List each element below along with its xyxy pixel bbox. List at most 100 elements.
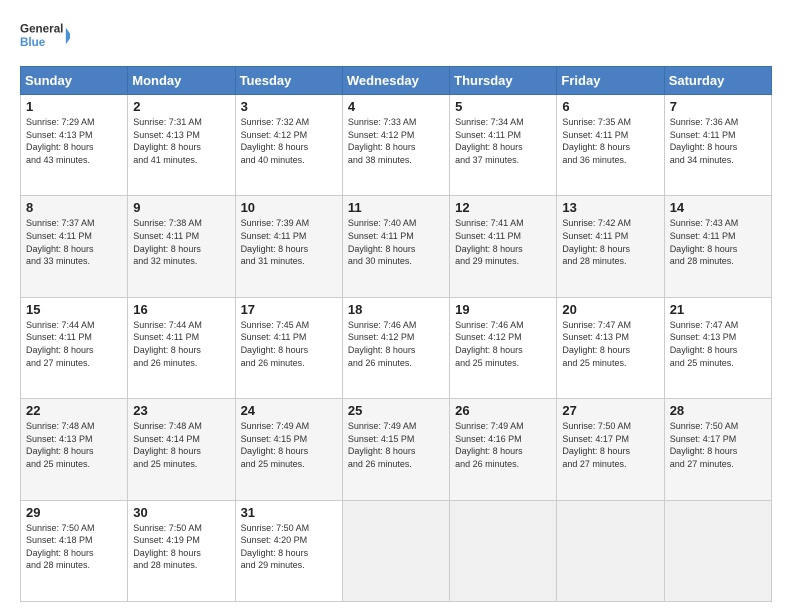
calendar-cell: 24 Sunrise: 7:49 AM Sunset: 4:15 PM Dayli…: [235, 399, 342, 500]
day-info: Sunrise: 7:31 AM Sunset: 4:13 PM Dayligh…: [133, 116, 229, 166]
calendar-cell: 9 Sunrise: 7:38 AM Sunset: 4:11 PM Daylig…: [128, 196, 235, 297]
calendar-cell: 20 Sunrise: 7:47 AM Sunset: 4:13 PM Dayli…: [557, 297, 664, 398]
calendar-cell: 2Sunrise: 7:31 AM Sunset: 4:13 PM Daylig…: [128, 95, 235, 196]
calendar-cell: [557, 500, 664, 601]
calendar-week-row: 15 Sunrise: 7:44 AM Sunset: 4:11 PM Dayli…: [21, 297, 772, 398]
calendar-cell: 16 Sunrise: 7:44 AM Sunset: 4:11 PM Dayli…: [128, 297, 235, 398]
calendar-cell: 10 Sunrise: 7:39 AM Sunset: 4:11 PM Dayli…: [235, 196, 342, 297]
day-number: 6: [562, 99, 658, 114]
calendar-day-header: Wednesday: [342, 67, 449, 95]
day-info: Sunrise: 7:44 AM Sunset: 4:11 PM Dayligh…: [133, 319, 229, 369]
day-info: Sunrise: 7:44 AM Sunset: 4:11 PM Dayligh…: [26, 319, 122, 369]
calendar-day-header: Friday: [557, 67, 664, 95]
calendar-cell: 23 Sunrise: 7:48 AM Sunset: 4:14 PM Dayli…: [128, 399, 235, 500]
calendar-cell: [450, 500, 557, 601]
calendar-cell: 12 Sunrise: 7:41 AM Sunset: 4:11 PM Dayli…: [450, 196, 557, 297]
day-info: Sunrise: 7:38 AM Sunset: 4:11 PM Dayligh…: [133, 217, 229, 267]
calendar-cell: 6 Sunrise: 7:35 AM Sunset: 4:11 PM Daylig…: [557, 95, 664, 196]
day-info: Sunrise: 7:46 AM Sunset: 4:12 PM Dayligh…: [348, 319, 444, 369]
calendar-cell: 19Sunrise: 7:46 AM Sunset: 4:12 PM Dayli…: [450, 297, 557, 398]
day-info: Sunrise: 7:50 AM Sunset: 4:17 PM Dayligh…: [562, 420, 658, 470]
calendar-cell: 3Sunrise: 7:32 AM Sunset: 4:12 PM Daylig…: [235, 95, 342, 196]
calendar-cell: 22 Sunrise: 7:48 AM Sunset: 4:13 PM Dayli…: [21, 399, 128, 500]
calendar-header-row: SundayMondayTuesdayWednesdayThursdayFrid…: [21, 67, 772, 95]
day-info: Sunrise: 7:45 AM Sunset: 4:11 PM Dayligh…: [241, 319, 337, 369]
calendar-cell: [664, 500, 771, 601]
calendar-cell: 31Sunrise: 7:50 AM Sunset: 4:20 PM Dayli…: [235, 500, 342, 601]
day-number: 10: [241, 200, 337, 215]
day-number: 20: [562, 302, 658, 317]
day-number: 30: [133, 505, 229, 520]
day-number: 23: [133, 403, 229, 418]
day-number: 29: [26, 505, 122, 520]
day-number: 15: [26, 302, 122, 317]
day-info: Sunrise: 7:49 AM Sunset: 4:15 PM Dayligh…: [241, 420, 337, 470]
calendar-cell: 29 Sunrise: 7:50 AM Sunset: 4:18 PM Dayli…: [21, 500, 128, 601]
day-info: Sunrise: 7:41 AM Sunset: 4:11 PM Dayligh…: [455, 217, 551, 267]
day-info: Sunrise: 7:49 AM Sunset: 4:16 PM Dayligh…: [455, 420, 551, 470]
day-info: Sunrise: 7:33 AM Sunset: 4:12 PM Dayligh…: [348, 116, 444, 166]
day-number: 7: [670, 99, 766, 114]
calendar-table: SundayMondayTuesdayWednesdayThursdayFrid…: [20, 66, 772, 602]
calendar-week-row: 1 Sunrise: 7:29 AM Sunset: 4:13 PM Daylig…: [21, 95, 772, 196]
day-info: Sunrise: 7:50 AM Sunset: 4:18 PM Dayligh…: [26, 522, 122, 572]
day-number: 22: [26, 403, 122, 418]
calendar-week-row: 29 Sunrise: 7:50 AM Sunset: 4:18 PM Dayli…: [21, 500, 772, 601]
day-info: Sunrise: 7:49 AM Sunset: 4:15 PM Dayligh…: [348, 420, 444, 470]
day-info: Sunrise: 7:50 AM Sunset: 4:17 PM Dayligh…: [670, 420, 766, 470]
calendar-week-row: 22 Sunrise: 7:48 AM Sunset: 4:13 PM Dayli…: [21, 399, 772, 500]
day-number: 4: [348, 99, 444, 114]
day-info: Sunrise: 7:36 AM Sunset: 4:11 PM Dayligh…: [670, 116, 766, 166]
day-number: 16: [133, 302, 229, 317]
day-number: 14: [670, 200, 766, 215]
day-info: Sunrise: 7:34 AM Sunset: 4:11 PM Dayligh…: [455, 116, 551, 166]
day-info: Sunrise: 7:32 AM Sunset: 4:12 PM Dayligh…: [241, 116, 337, 166]
calendar-cell: [342, 500, 449, 601]
day-info: Sunrise: 7:48 AM Sunset: 4:13 PM Dayligh…: [26, 420, 122, 470]
calendar-day-header: Monday: [128, 67, 235, 95]
day-number: 11: [348, 200, 444, 215]
day-number: 21: [670, 302, 766, 317]
page: General Blue SundayMondayTuesdayWednesda…: [0, 0, 792, 612]
calendar-day-header: Thursday: [450, 67, 557, 95]
day-number: 12: [455, 200, 551, 215]
calendar-cell: 1 Sunrise: 7:29 AM Sunset: 4:13 PM Daylig…: [21, 95, 128, 196]
header: General Blue: [20, 16, 772, 56]
svg-text:General: General: [20, 23, 63, 36]
day-info: Sunrise: 7:40 AM Sunset: 4:11 PM Dayligh…: [348, 217, 444, 267]
calendar-cell: 13Sunrise: 7:42 AM Sunset: 4:11 PM Dayli…: [557, 196, 664, 297]
logo-svg: General Blue: [20, 16, 70, 56]
calendar-cell: 4 Sunrise: 7:33 AM Sunset: 4:12 PM Daylig…: [342, 95, 449, 196]
calendar-body: 1 Sunrise: 7:29 AM Sunset: 4:13 PM Daylig…: [21, 95, 772, 602]
day-number: 26: [455, 403, 551, 418]
day-number: 24: [241, 403, 337, 418]
calendar-cell: 11 Sunrise: 7:40 AM Sunset: 4:11 PM Dayli…: [342, 196, 449, 297]
day-info: Sunrise: 7:43 AM Sunset: 4:11 PM Dayligh…: [670, 217, 766, 267]
day-info: Sunrise: 7:37 AM Sunset: 4:11 PM Dayligh…: [26, 217, 122, 267]
day-info: Sunrise: 7:47 AM Sunset: 4:13 PM Dayligh…: [562, 319, 658, 369]
day-info: Sunrise: 7:35 AM Sunset: 4:11 PM Dayligh…: [562, 116, 658, 166]
day-info: Sunrise: 7:47 AM Sunset: 4:13 PM Dayligh…: [670, 319, 766, 369]
calendar-cell: 27 Sunrise: 7:50 AM Sunset: 4:17 PM Dayli…: [557, 399, 664, 500]
calendar-week-row: 8Sunrise: 7:37 AM Sunset: 4:11 PM Daylig…: [21, 196, 772, 297]
calendar-cell: 28Sunrise: 7:50 AM Sunset: 4:17 PM Dayli…: [664, 399, 771, 500]
calendar-cell: 14 Sunrise: 7:43 AM Sunset: 4:11 PM Dayli…: [664, 196, 771, 297]
day-info: Sunrise: 7:42 AM Sunset: 4:11 PM Dayligh…: [562, 217, 658, 267]
day-info: Sunrise: 7:48 AM Sunset: 4:14 PM Dayligh…: [133, 420, 229, 470]
calendar-day-header: Sunday: [21, 67, 128, 95]
day-info: Sunrise: 7:46 AM Sunset: 4:12 PM Dayligh…: [455, 319, 551, 369]
svg-text:Blue: Blue: [20, 36, 46, 49]
day-number: 31: [241, 505, 337, 520]
day-number: 1: [26, 99, 122, 114]
day-number: 25: [348, 403, 444, 418]
day-number: 9: [133, 200, 229, 215]
day-info: Sunrise: 7:50 AM Sunset: 4:19 PM Dayligh…: [133, 522, 229, 572]
calendar-cell: 30 Sunrise: 7:50 AM Sunset: 4:19 PM Dayli…: [128, 500, 235, 601]
calendar-cell: 21 Sunrise: 7:47 AM Sunset: 4:13 PM Dayli…: [664, 297, 771, 398]
day-info: Sunrise: 7:39 AM Sunset: 4:11 PM Dayligh…: [241, 217, 337, 267]
day-number: 18: [348, 302, 444, 317]
calendar-cell: 26 Sunrise: 7:49 AM Sunset: 4:16 PM Dayli…: [450, 399, 557, 500]
day-number: 27: [562, 403, 658, 418]
day-info: Sunrise: 7:29 AM Sunset: 4:13 PM Dayligh…: [26, 116, 122, 166]
day-number: 5: [455, 99, 551, 114]
